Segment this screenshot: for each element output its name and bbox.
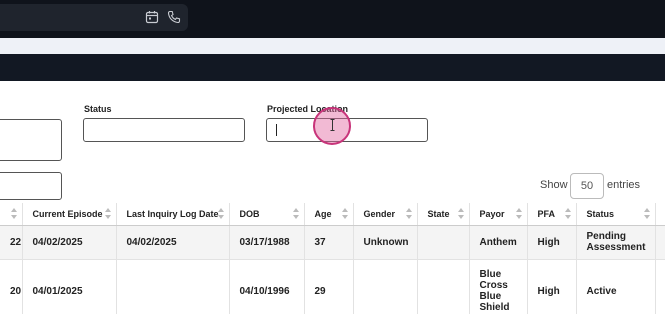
sort-icon[interactable] bbox=[10, 208, 18, 219]
cell-current-episode: 04/01/2025 bbox=[22, 259, 117, 314]
cell-gender: Unknown bbox=[353, 225, 418, 260]
cell-id: 22 bbox=[0, 225, 23, 260]
cell-dob: 04/10/1996 bbox=[229, 259, 305, 314]
sort-icon[interactable] bbox=[515, 208, 523, 219]
cell-last-inquiry: 04/02/2025 bbox=[116, 225, 230, 260]
table-row[interactable]: 22 04/02/2025 04/02/2025 03/17/1988 37 U… bbox=[0, 225, 665, 260]
cell-status: Active bbox=[576, 259, 656, 314]
cell-age: 37 bbox=[304, 225, 354, 260]
sort-icon[interactable] bbox=[564, 208, 572, 219]
entries-select[interactable]: 50 bbox=[570, 173, 604, 199]
cell-extra bbox=[655, 259, 665, 314]
nav-bar bbox=[0, 54, 665, 81]
top-bar bbox=[0, 0, 665, 38]
column-header-pfa[interactable]: PFA bbox=[527, 203, 577, 226]
sort-icon[interactable] bbox=[292, 208, 300, 219]
column-header-id[interactable] bbox=[0, 203, 23, 226]
column-header-current-episode[interactable]: Current Episode bbox=[22, 203, 117, 226]
cell-id: 20 bbox=[0, 259, 23, 314]
cell-last-inquiry bbox=[116, 259, 230, 314]
sort-icon[interactable] bbox=[341, 208, 349, 219]
status-field[interactable] bbox=[83, 118, 245, 142]
sort-icon[interactable] bbox=[643, 208, 651, 219]
entries-label: entries bbox=[607, 179, 641, 191]
cell-age: 29 bbox=[304, 259, 354, 314]
sort-icon[interactable] bbox=[104, 208, 112, 219]
cell-dob: 03/17/1988 bbox=[229, 225, 305, 260]
sort-icon[interactable] bbox=[405, 208, 413, 219]
column-header-dob[interactable]: DOB bbox=[229, 203, 305, 226]
column-header-last-inquiry[interactable]: Last Inquiry Log Date bbox=[116, 203, 230, 226]
cell-payor: Anthem bbox=[469, 225, 528, 260]
text-caret bbox=[276, 124, 277, 136]
cell-pfa: High bbox=[527, 225, 577, 260]
sort-icon[interactable] bbox=[457, 208, 465, 219]
cell-status: Pending Assessment bbox=[576, 225, 656, 260]
cell-payor: Blue Cross Blue Shield bbox=[469, 259, 528, 314]
column-header-gender[interactable]: Gender bbox=[353, 203, 418, 226]
secondary-bar bbox=[0, 38, 665, 54]
phone-icon[interactable] bbox=[167, 10, 181, 24]
table-row[interactable]: 20 04/01/2025 04/10/1996 29 Blue Cross B… bbox=[0, 259, 665, 314]
column-header-extra[interactable] bbox=[655, 203, 665, 226]
sort-icon[interactable] bbox=[217, 208, 225, 219]
calendar-icon[interactable] bbox=[145, 10, 159, 24]
column-header-age[interactable]: Age bbox=[304, 203, 354, 226]
column-header-status[interactable]: Status bbox=[576, 203, 656, 226]
text-cursor-icon bbox=[330, 119, 335, 131]
cell-extra bbox=[655, 225, 665, 260]
patients-table: Current Episode Last Inquiry Log Date DO… bbox=[0, 203, 665, 314]
top-search-field[interactable] bbox=[0, 4, 188, 31]
filter-field-left-lower[interactable] bbox=[0, 172, 62, 200]
cell-gender bbox=[353, 259, 418, 314]
status-label: Status bbox=[84, 104, 112, 114]
cell-state bbox=[417, 259, 470, 314]
column-header-state[interactable]: State bbox=[417, 203, 470, 226]
show-label: Show bbox=[540, 179, 568, 191]
cell-state bbox=[417, 225, 470, 260]
filter-field-left[interactable] bbox=[0, 119, 62, 161]
column-header-payor[interactable]: Payor bbox=[469, 203, 528, 226]
cell-pfa: High bbox=[527, 259, 577, 314]
cell-current-episode: 04/02/2025 bbox=[22, 225, 117, 260]
